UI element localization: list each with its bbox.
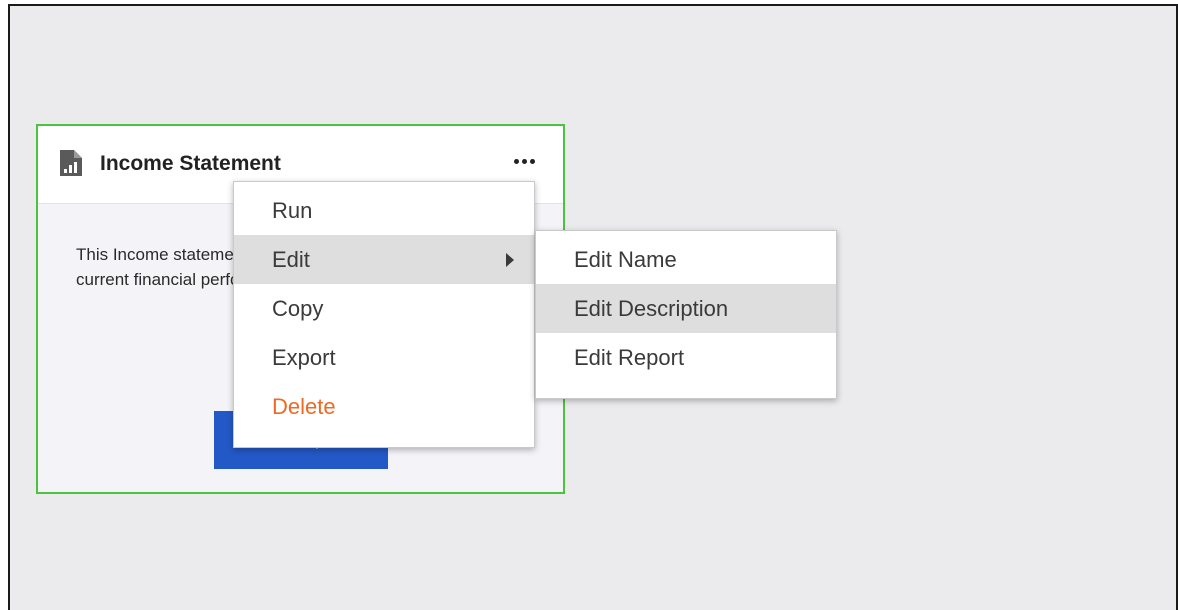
context-menu: Run Edit Copy Export Delete <box>233 181 535 448</box>
report-file-icon <box>60 150 82 176</box>
menu-item-edit-label: Edit <box>272 247 310 272</box>
submenu-item-edit-name[interactable]: Edit Name <box>536 235 836 284</box>
menu-item-copy[interactable]: Copy <box>234 284 534 333</box>
more-options-button[interactable] <box>506 146 542 176</box>
submenu-item-edit-description[interactable]: Edit Description <box>536 284 836 333</box>
edit-submenu: Edit Name Edit Description Edit Report <box>535 230 837 399</box>
more-horizontal-icon <box>513 158 519 164</box>
card-title: Income Statement <box>100 152 281 175</box>
menu-item-run[interactable]: Run <box>234 186 534 235</box>
menu-item-edit[interactable]: Edit <box>234 235 534 284</box>
submenu-item-edit-report[interactable]: Edit Report <box>536 333 836 382</box>
submenu-arrow-icon <box>506 253 514 267</box>
menu-item-export[interactable]: Export <box>234 333 534 382</box>
menu-item-delete[interactable]: Delete <box>234 382 534 431</box>
